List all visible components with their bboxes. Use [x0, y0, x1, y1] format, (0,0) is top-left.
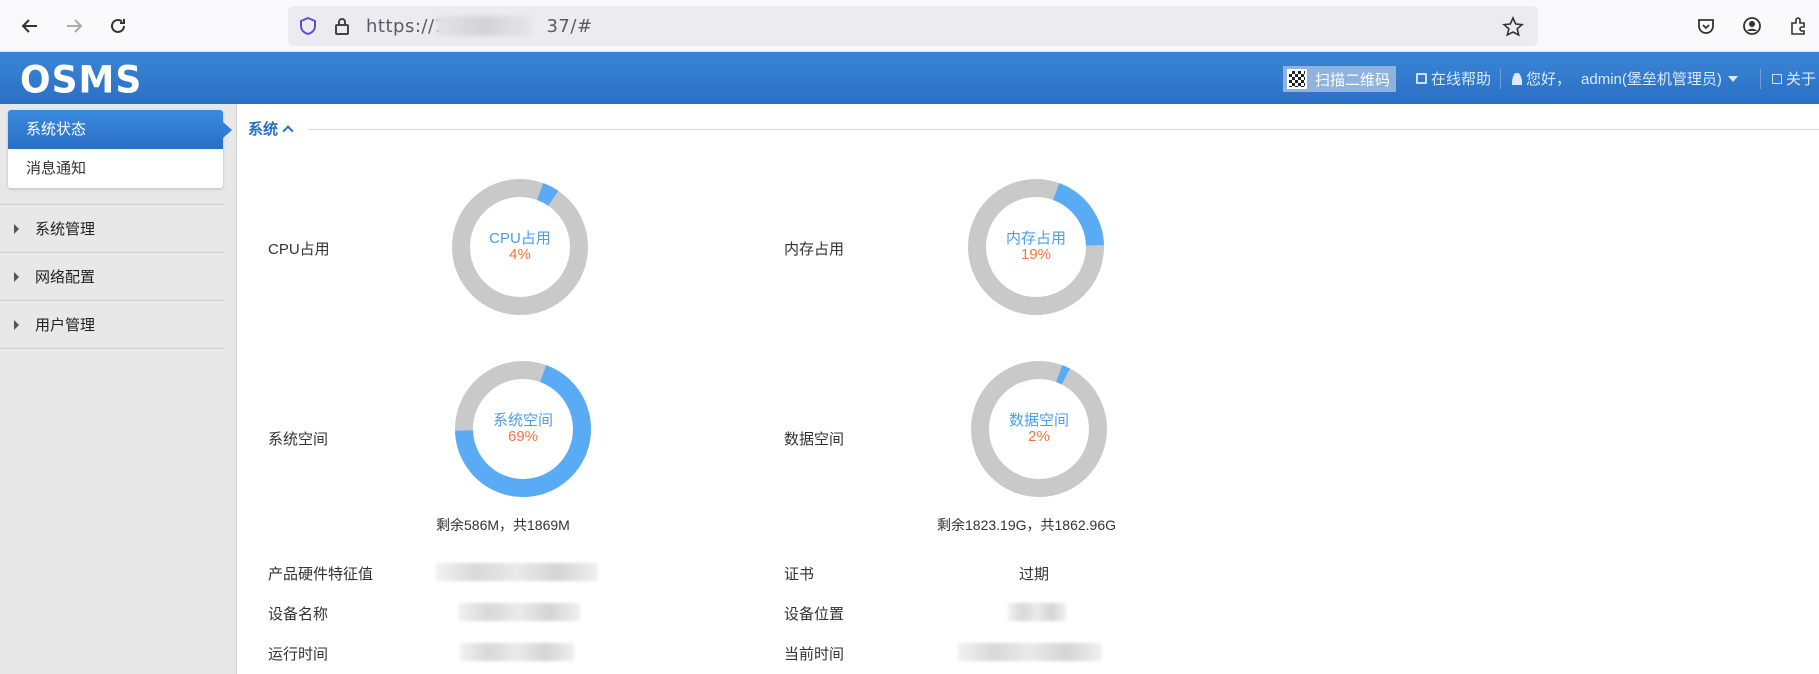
address-bar[interactable]: https://1 37/# — [288, 6, 1538, 46]
back-icon[interactable] — [16, 12, 44, 40]
app-header: OSMS 扫描二维码 在线帮助 您好， admin(堡垒机管理员) 关于 — [0, 52, 1819, 104]
cpu-donut: CPU占用 4% — [450, 177, 590, 317]
sidebar-group-network-config[interactable]: 网络配置 — [0, 253, 224, 301]
system-space-label: 系统空间 — [268, 431, 329, 448]
cpu-label: CPU占用 — [268, 241, 330, 258]
data-space-remaining: 剩余1823.19G，共1862.96G — [937, 517, 1116, 533]
device-location-value-redacted — [1008, 603, 1066, 621]
hw-fingerprint-value-redacted — [436, 563, 598, 581]
sidebar: 系统状态 消息通知 系统管理 网络配置 用户管理 — [0, 104, 237, 674]
donut-name: 数据空间 — [1008, 412, 1069, 429]
caret-right-icon — [14, 271, 19, 282]
memory-label: 内存占用 — [784, 241, 845, 258]
app-logo: OSMS — [20, 58, 143, 103]
bookmark-star-icon[interactable] — [1502, 16, 1524, 38]
chevron-up-icon — [282, 124, 294, 137]
donut-name: 内存占用 — [1005, 230, 1066, 247]
about-link[interactable]: 关于 — [1772, 68, 1816, 89]
header-divider — [1500, 69, 1501, 89]
header-divider — [1760, 69, 1761, 89]
uptime-value-redacted — [460, 643, 574, 661]
data-space-donut: 数据空间 2% — [969, 359, 1109, 499]
donut-value: 69% — [507, 428, 539, 445]
uptime-label: 运行时间 — [268, 646, 329, 663]
device-name-value-redacted — [458, 603, 580, 621]
donut-value: 19% — [1020, 246, 1052, 263]
caret-right-icon — [14, 223, 19, 234]
device-name-label: 设备名称 — [268, 606, 329, 623]
shield-icon[interactable] — [298, 16, 318, 36]
donut-name: CPU占用 — [489, 230, 551, 247]
chevron-down-icon — [1727, 75, 1738, 82]
sidebar-item-system-status[interactable]: 系统状态 — [8, 110, 232, 149]
browser-toolbar: https://1 37/# — [0, 0, 1819, 52]
user-name: admin(堡垒机管理员) — [1581, 71, 1722, 88]
certificate-label: 证书 — [784, 566, 815, 583]
donut-name: 系统空间 — [492, 412, 553, 429]
help-book-icon — [1416, 73, 1427, 84]
current-time-value-redacted — [958, 643, 1102, 661]
donut-value: 2% — [1028, 428, 1050, 445]
about-label: 关于 — [1786, 71, 1817, 88]
reload-icon[interactable] — [104, 12, 132, 40]
online-help-link[interactable]: 在线帮助 — [1416, 68, 1491, 89]
forward-icon[interactable] — [60, 12, 88, 40]
greeting-text: 您好， — [1526, 71, 1572, 88]
url-redaction — [436, 16, 532, 36]
current-time-label: 当前时间 — [784, 646, 845, 663]
memory-donut: 内存占用 19% — [966, 177, 1106, 317]
account-icon[interactable] — [1738, 12, 1766, 40]
sidebar-group-system-management[interactable]: 系统管理 — [0, 205, 224, 253]
sidebar-item-notifications[interactable]: 消息通知 — [8, 149, 223, 188]
section-divider — [308, 129, 1819, 130]
pocket-icon[interactable] — [1692, 12, 1720, 40]
scan-qr-label: 扫描二维码 — [1315, 71, 1391, 89]
status-submenu: 系统状态 消息通知 — [8, 110, 232, 188]
user-menu[interactable]: 您好， admin(堡垒机管理员) — [1512, 68, 1738, 89]
group-label: 系统管理 — [35, 221, 96, 238]
scan-qr-button[interactable]: 扫描二维码 — [1283, 66, 1397, 92]
window-icon — [1772, 73, 1782, 84]
group-label: 网络配置 — [35, 269, 96, 286]
sidebar-group-user-management[interactable]: 用户管理 — [0, 301, 224, 349]
caret-right-icon — [14, 319, 19, 330]
main-content: 系统 CPU占用 CPU占用 4% 内存占用 内存占用 19% 系统空间 系统空间 6… — [238, 104, 1819, 674]
data-space-label: 数据空间 — [784, 431, 845, 448]
device-location-label: 设备位置 — [784, 606, 845, 623]
section-toggle-system[interactable]: 系统 — [248, 118, 294, 139]
donut-value: 4% — [509, 246, 531, 263]
lock-icon[interactable] — [332, 16, 352, 36]
qr-code-icon — [1287, 69, 1307, 89]
certificate-value: 过期 — [1019, 566, 1050, 583]
section-title: 系统 — [248, 121, 279, 138]
system-space-donut: 系统空间 69% — [453, 359, 593, 499]
group-label: 用户管理 — [35, 317, 96, 334]
hw-fingerprint-label: 产品硬件特征值 — [268, 566, 374, 583]
extensions-icon[interactable] — [1784, 12, 1812, 40]
online-help-label: 在线帮助 — [1431, 71, 1492, 88]
system-space-remaining: 剩余586M，共1869M — [436, 517, 570, 533]
user-icon — [1512, 72, 1522, 85]
